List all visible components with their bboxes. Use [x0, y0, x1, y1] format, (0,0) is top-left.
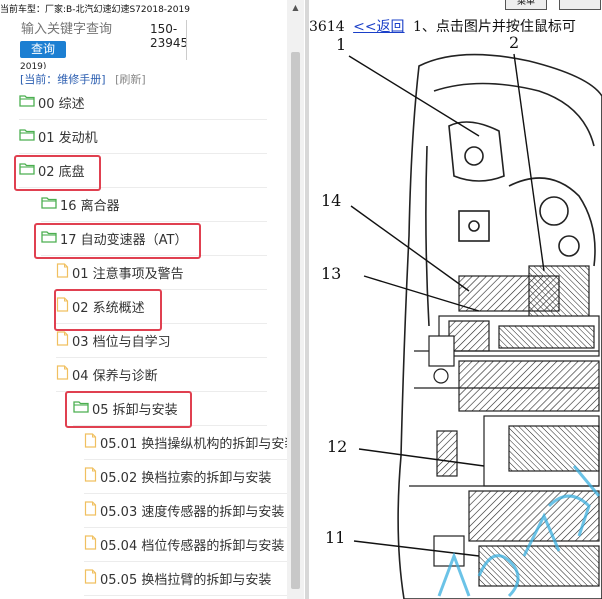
top-button-2[interactable] [559, 0, 601, 10]
tree-item-label: 00 综述 [38, 96, 85, 112]
tree-item-label: 17 自动变速器（AT） [60, 232, 188, 248]
search-button[interactable]: 查询 [20, 41, 66, 58]
tree-item[interactable]: 04 保养与诊断 [56, 357, 267, 392]
phone-line-2: 23945 [150, 36, 189, 50]
tree-item-label: 01 注意事项及警告 [72, 266, 184, 282]
document-icon [84, 432, 97, 452]
document-icon [84, 568, 97, 588]
current-vehicle-label: 当前车型：厂家:B-北汽幻速幻速S72018-2019 [0, 5, 190, 15]
tree-item[interactable]: 02 底盘 [19, 153, 267, 188]
folder-icon [73, 400, 89, 417]
tree-item-label: 05.03 速度传感器的拆卸与安装 [100, 504, 285, 520]
tree-item[interactable]: 01 发动机 [19, 119, 267, 154]
top-button-1-label: 菜单 [516, 0, 535, 7]
tree-item[interactable]: 01 注意事项及警告 [56, 255, 267, 290]
tree-item-label: 02 系统概述 [72, 300, 145, 316]
tree-item[interactable]: 17 自动变速器（AT） [41, 221, 267, 256]
year-fragment: 2019) [20, 62, 47, 69]
tree-item-label: 16 离合器 [60, 198, 120, 214]
document-icon [84, 466, 97, 486]
header-divider [186, 20, 187, 60]
folder-icon [19, 94, 35, 111]
tree-item[interactable]: 05.02 换档拉索的拆卸与安装 [84, 459, 287, 494]
tree-item[interactable]: 05.01 换挡操纵机构的拆卸与安装 [84, 425, 287, 460]
scroll-up-arrow-icon[interactable]: ▲ [287, 2, 304, 14]
vertical-scrollbar[interactable]: ▲ [287, 0, 304, 599]
instruction-text: 1、点击图片并按住鼠标可 [413, 19, 576, 35]
search-input[interactable] [21, 21, 139, 36]
tree-item[interactable]: 03 档位与自学习 [56, 323, 267, 358]
callout-1: 1 [336, 36, 346, 54]
tree-item[interactable]: 00 综述 [19, 85, 267, 120]
folder-icon [19, 128, 35, 145]
left-pane: 当前车型：厂家:B-北汽幻速幻速S72018-2019 查询 150- 2394… [0, 0, 305, 599]
document-icon [56, 296, 69, 316]
top-button-1[interactable]: 菜单 [505, 0, 547, 10]
phone-line-1: 150- [150, 22, 178, 36]
document-icon [56, 330, 69, 350]
tree-item-label: 05.05 换档拉臂的拆卸与安装 [100, 572, 272, 588]
folder-icon [41, 196, 57, 213]
callout-2: 2 [509, 36, 519, 52]
tree-item-label: 05.01 换挡操纵机构的拆卸与安装 [100, 436, 287, 452]
tree-item-label: 03 档位与自学习 [72, 334, 171, 350]
phone-number: 150- 23945 [150, 22, 188, 50]
tree-item[interactable]: 05 拆卸与安装 [73, 391, 267, 426]
callout-11: 11 [325, 528, 345, 547]
transmission-diagram[interactable]: 1 2 14 13 12 11 [309, 36, 602, 599]
tree-item[interactable]: 16 离合器 [41, 187, 267, 222]
folder-icon [41, 230, 57, 247]
document-icon [84, 534, 97, 554]
document-icon [56, 262, 69, 282]
tree-item-label: 04 保养与诊断 [72, 368, 158, 384]
document-pane: 菜单 3614 <<返回 1、点击图片并按住鼠标可 1 2 14 13 12 1… [309, 0, 602, 599]
tree-item[interactable]: 05.03 速度传感器的拆卸与安装 [84, 493, 287, 528]
tree-item-label: 05 拆卸与安装 [92, 402, 178, 418]
tree-item[interactable]: 02 系统概述 [56, 289, 267, 324]
tree-item-label: 01 发动机 [38, 130, 98, 146]
tree-item-label: 05.04 档位传感器的拆卸与安装 [100, 538, 285, 554]
gear-assembly-drawing [409, 265, 600, 587]
tree-item-label: 05.02 换档拉索的拆卸与安装 [100, 470, 272, 486]
page-number: 3614 [309, 19, 345, 35]
callout-14: 14 [321, 191, 341, 210]
document-icon [56, 364, 69, 384]
document-icon [84, 500, 97, 520]
tree-item[interactable]: 05.04 档位传感器的拆卸与安装 [84, 527, 287, 562]
callout-12: 12 [327, 437, 347, 456]
tree-item-label: 02 底盘 [38, 164, 85, 180]
scroll-thumb[interactable] [291, 52, 300, 589]
document-header: 3614 <<返回 1、点击图片并按住鼠标可 [309, 16, 576, 36]
back-link[interactable]: <<返回 [353, 19, 404, 35]
callout-13: 13 [321, 264, 341, 283]
folder-icon [19, 162, 35, 179]
tree-item[interactable]: 05.05 换档拉臂的拆卸与安装 [84, 561, 287, 596]
